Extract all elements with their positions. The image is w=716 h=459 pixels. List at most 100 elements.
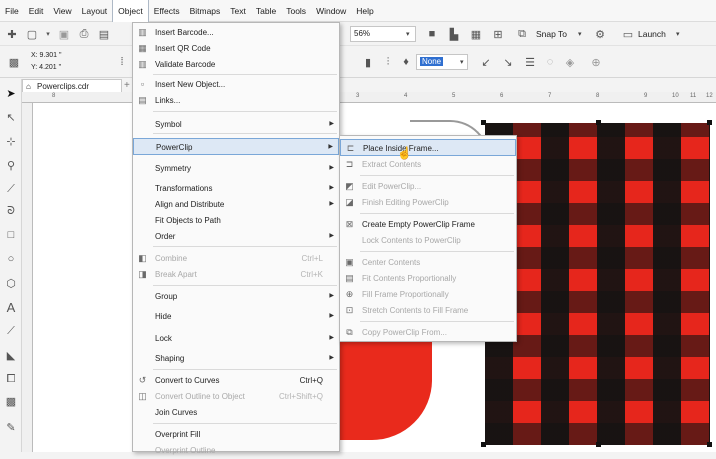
object_menu-item-align-and-distribute[interactable]: Align and Distribute ▶ <box>133 196 339 213</box>
launch-icon[interactable]: ▭ <box>620 26 636 42</box>
menu-text[interactable]: Text <box>225 0 251 22</box>
object_menu-item-shaping[interactable]: Shaping ▶ <box>133 350 339 367</box>
powerclip_menu-item-finish-editing-powerclip: ◪ Finish Editing PowerClip <box>340 194 516 211</box>
text-tool-icon[interactable]: A <box>3 299 19 315</box>
object_menu-item-symmetry[interactable]: Symmetry ▶ <box>133 160 339 177</box>
transparency-tool-icon[interactable]: ▩ <box>3 393 19 409</box>
horizontal-ruler[interactable]: 8 3 4 5 6 7 8 9 10 11 12 <box>22 92 716 103</box>
pick-tool-icon[interactable]: ➤ <box>3 85 19 101</box>
document-tab[interactable]: ⌂ Powerclips.cdr <box>22 79 122 93</box>
object_menu-item-validate-barcode[interactable]: ▥ Validate Barcode <box>133 56 339 73</box>
zoom-dropdown-icon[interactable]: ▾ <box>406 30 410 38</box>
object_menu-item-hide[interactable]: Hide ▶ <box>133 308 339 325</box>
vertical-ruler[interactable] <box>22 103 33 452</box>
open-dropdown-icon[interactable]: ▾ <box>40 26 56 42</box>
menu-edit[interactable]: Edit <box>24 0 49 22</box>
selection-handle[interactable] <box>481 442 486 447</box>
standard-toolbar: ✚ ▢ ▾ ▣ ⎙ ▤ 56% ▾ ■ ▙ ▦ ⊞ ⧉ Snap To ▾ ⚙ … <box>0 22 716 46</box>
interactive-tool-icon[interactable]: ◣ <box>3 347 19 363</box>
gear-icon[interactable]: ⚙ <box>592 26 608 42</box>
menu-effects[interactable]: Effects <box>149 0 185 22</box>
menu-bitmaps[interactable]: Bitmaps <box>185 0 226 22</box>
ellipse-tool-icon[interactable]: ○ <box>3 251 19 267</box>
object_menu-item-lock[interactable]: Lock ▶ <box>133 330 339 347</box>
artistic-media-tool-icon[interactable]: ᘐ <box>3 203 19 219</box>
weld-icon[interactable]: ◌ <box>542 54 558 70</box>
snap-to-button[interactable]: Snap To <box>536 29 567 39</box>
menu-separator <box>360 213 514 214</box>
menu-layout[interactable]: Layout <box>77 0 113 22</box>
object_menu-item-transformations[interactable]: Transformations ▶ <box>133 180 339 197</box>
object_menu-item-order[interactable]: Order ▶ <box>133 228 339 245</box>
menu-separator <box>153 111 337 112</box>
new-document-icon[interactable]: ✚ <box>4 26 20 42</box>
print-icon[interactable]: ⎙ <box>76 26 92 42</box>
crop-tool-icon[interactable]: ⊹ <box>3 133 19 149</box>
menu-file[interactable]: File <box>0 0 24 22</box>
selection-handle[interactable] <box>596 120 601 125</box>
align-icon[interactable]: ⫶ <box>380 54 396 70</box>
selection-handle[interactable] <box>481 120 486 125</box>
guidelines-icon[interactable]: ⊞ <box>490 26 506 42</box>
powerclip_menu-item-place-inside-frame[interactable]: ⊏ Place Inside Frame... <box>340 139 516 156</box>
selection-handle[interactable] <box>707 442 712 447</box>
x-position-field[interactable]: X: 9.301 " <box>28 50 98 62</box>
zoom-tool-icon[interactable]: ⚲ <box>3 157 19 173</box>
selection-handle[interactable] <box>596 442 601 447</box>
object_menu-item-join-curves[interactable]: Join Curves <box>133 404 339 421</box>
mirror-icon[interactable]: ▮ <box>360 54 376 70</box>
object_menu-item-powerclip[interactable]: PowerClip ▶ <box>133 138 339 155</box>
rulers-icon[interactable]: ▙ <box>446 26 462 42</box>
plaid-pattern-object[interactable] <box>485 123 710 445</box>
freehand-tool-icon[interactable]: ⟋ <box>3 181 19 197</box>
add-icon[interactable]: ⊕ <box>588 54 604 70</box>
menu-help[interactable]: Help <box>351 0 378 22</box>
start-arrow-icon[interactable]: ↙ <box>478 54 494 70</box>
lock-ratio-icon[interactable]: ⁞ <box>114 54 130 70</box>
object_menu-item-group[interactable]: Group ▶ <box>133 288 339 305</box>
polygon-tool-icon[interactable]: ⬡ <box>3 275 19 291</box>
drop-shadow-tool-icon[interactable]: ⧠ <box>3 371 19 387</box>
save-icon[interactable]: ▣ <box>56 26 72 42</box>
menu-separator <box>153 246 337 247</box>
cut-icon[interactable]: ▤ <box>96 26 112 42</box>
powerclip_menu-item-extract-contents: ⊐ Extract Contents <box>340 156 516 173</box>
full-screen-icon[interactable]: ■ <box>424 26 440 42</box>
launch-dropdown-icon[interactable]: ▾ <box>676 30 680 38</box>
object_menu-item-insert-barcode[interactable]: ▥ Insert Barcode... <box>133 24 339 41</box>
object-origin-icon[interactable]: ▩ <box>6 54 22 70</box>
outline-dropdown-icon[interactable]: ▾ <box>460 58 464 66</box>
object_menu-item-insert-qr-code[interactable]: ▦ Insert QR Code <box>133 40 339 57</box>
open-folder-icon[interactable]: ▢ <box>24 26 40 42</box>
y-position-field[interactable]: Y: 4.201 " <box>28 62 98 74</box>
object_menu-item-overprint-fill[interactable]: Overprint Fill <box>133 426 339 443</box>
object_menu-item-insert-new-object[interactable]: ▫ Insert New Object... <box>133 76 339 93</box>
shortcut-label: Ctrl+K <box>300 270 323 279</box>
shortcut-label: Ctrl+Shift+Q <box>278 392 323 401</box>
launch-button[interactable]: Launch <box>638 29 666 39</box>
object_menu-item-links[interactable]: ▤ Links... <box>133 92 339 109</box>
menu-table[interactable]: Table <box>251 0 281 22</box>
object_menu-item-convert-to-curves[interactable]: ↺ Convert to Curves Ctrl+Q <box>133 372 339 389</box>
menu-tools[interactable]: Tools <box>281 0 311 22</box>
wrap-text-icon[interactable]: ☰ <box>522 54 538 70</box>
trim-icon[interactable]: ◈ <box>562 54 578 70</box>
eyedropper-tool-icon[interactable]: ✎ <box>3 419 19 435</box>
submenu-arrow-icon: ▶ <box>328 144 333 150</box>
snap-dropdown-icon[interactable]: ▾ <box>578 30 582 38</box>
rectangle-tool-icon[interactable]: □ <box>3 227 19 243</box>
outline-pen-icon[interactable]: ♦ <box>398 54 414 70</box>
add-tab-icon[interactable]: + <box>124 80 130 91</box>
object_menu-item-fit-objects-to-path[interactable]: Fit Objects to Path <box>133 212 339 229</box>
shape-tool-icon[interactable]: ↖ <box>3 109 19 125</box>
snap-icon[interactable]: ⧉ <box>514 26 530 42</box>
line-tool-icon[interactable]: ⟋ <box>3 323 19 339</box>
end-arrow-icon[interactable]: ↘ <box>500 54 516 70</box>
object_menu-item-symbol[interactable]: Symbol ▶ <box>133 116 339 133</box>
grid-icon[interactable]: ▦ <box>468 26 484 42</box>
menu-view[interactable]: View <box>48 0 76 22</box>
powerclip_menu-item-create-empty-powerclip-frame[interactable]: ⊠ Create Empty PowerClip Frame <box>340 216 516 233</box>
menu-object[interactable]: Object <box>112 0 149 22</box>
menu-window[interactable]: Window <box>311 0 351 22</box>
selection-handle[interactable] <box>707 120 712 125</box>
